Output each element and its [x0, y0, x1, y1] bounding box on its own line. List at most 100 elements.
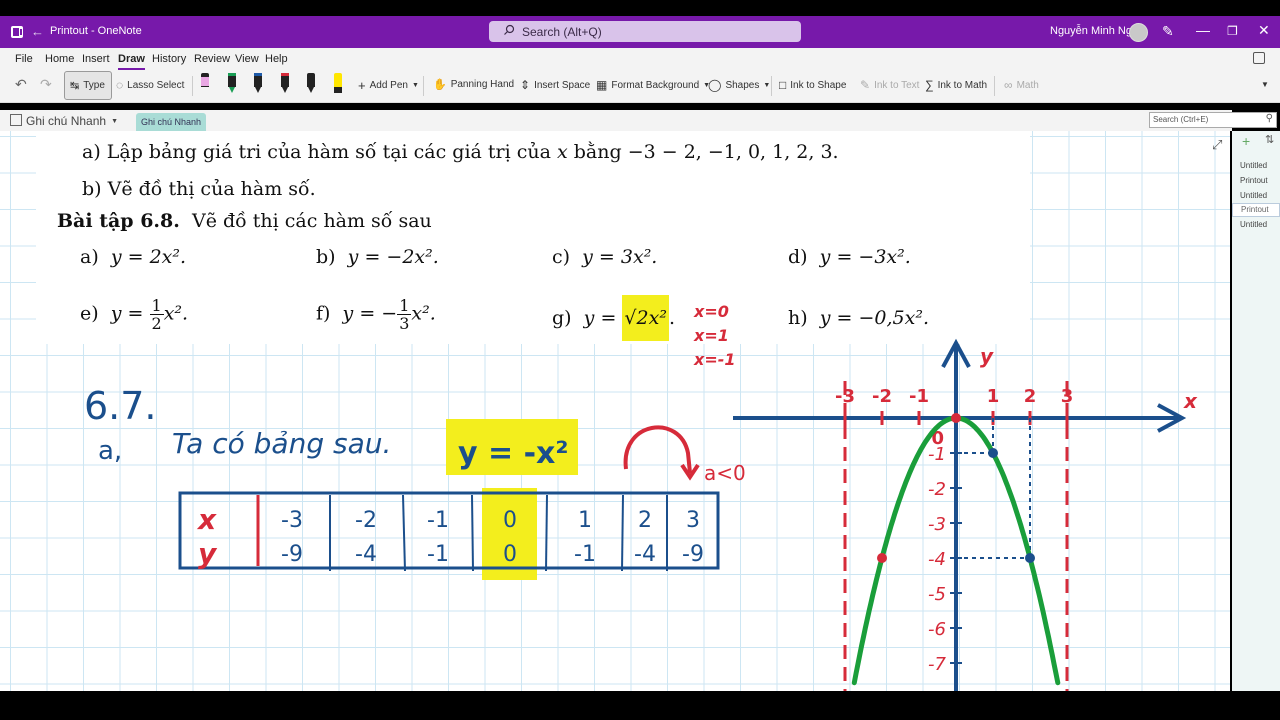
- insert-space-button[interactable]: ⇕ Insert Space: [520, 78, 590, 92]
- x-tick-label: -2: [872, 386, 892, 407]
- table-cell-x: 2: [638, 508, 652, 533]
- shapes-icon: ◯: [708, 78, 722, 92]
- pen-red-icon[interactable]: [280, 73, 290, 97]
- avatar[interactable]: [1129, 23, 1148, 42]
- notebook-selector[interactable]: Ghi chú Nhanh ▼: [10, 114, 118, 128]
- plus-icon: +: [358, 78, 366, 93]
- note-x0: x=0: [693, 302, 729, 321]
- table-cell-x: 1: [578, 508, 592, 533]
- draw-ribbon: ↶ ↷ ↹ Type ◌ Lasso Select + Add Pen ▼ ✋ Panni…: [0, 70, 1280, 103]
- sort-pages-icon[interactable]: ⇅: [1265, 133, 1274, 146]
- table-cell-y: -9: [682, 542, 704, 567]
- y-tick-label: -6: [928, 619, 946, 640]
- y-tick-label: -4: [928, 549, 946, 570]
- table-cell-x: 0: [503, 508, 517, 533]
- tab-file[interactable]: File: [15, 53, 33, 65]
- axis-x-label: x: [1183, 389, 1198, 413]
- ink-to-text-button[interactable]: ✎ Ink to Text: [860, 78, 919, 92]
- ribbon-divider: [192, 76, 193, 96]
- table-cell-y: -1: [574, 542, 596, 567]
- section-tab[interactable]: Ghi chú Nhanh: [136, 113, 206, 131]
- chevron-down-icon: ▼: [111, 118, 118, 125]
- tab-draw[interactable]: Draw: [118, 53, 145, 70]
- tab-help[interactable]: Help: [265, 53, 288, 65]
- ink-to-math-button[interactable]: ∑ Ink to Math: [925, 78, 987, 92]
- x-tick-label: 2: [1024, 386, 1037, 407]
- search-placeholder: Search (Alt+Q): [522, 25, 602, 39]
- pen-pink-icon[interactable]: [200, 73, 210, 97]
- hand-icon: ✋: [433, 79, 447, 91]
- ink-heading: 6.7.: [84, 384, 157, 428]
- ribbon-divider: [994, 76, 995, 96]
- page-item[interactable]: Untitled: [1240, 220, 1267, 229]
- ribbon-settings-icon[interactable]: [1253, 52, 1265, 64]
- redo-icon[interactable]: ↷: [40, 76, 52, 93]
- table-cell-y: -1: [427, 542, 449, 567]
- page-item[interactable]: Printout: [1240, 176, 1268, 185]
- page-item[interactable]: Untitled: [1240, 161, 1267, 170]
- onenote-icon: [11, 26, 23, 38]
- search-icon: ⚲: [1265, 113, 1273, 124]
- ink-sentence: Ta có bảng sau.: [172, 427, 391, 460]
- highlighter-yellow-icon[interactable]: [333, 73, 343, 97]
- pen-blue-icon[interactable]: [253, 73, 263, 97]
- title-bar: ← Printout - OneNote Search (Alt+Q) Nguy…: [0, 16, 1280, 48]
- restore-icon[interactable]: ❐: [1227, 24, 1238, 38]
- x-tick-label: 3: [1061, 386, 1074, 407]
- minimize-icon[interactable]: —: [1196, 22, 1210, 38]
- table-x-label: x: [196, 503, 217, 536]
- tab-review[interactable]: Review: [194, 53, 230, 65]
- red-arrow: [623, 425, 692, 474]
- type-label: Type: [83, 80, 105, 91]
- ink-shape-icon: □: [779, 78, 787, 92]
- table-cell-x: -1: [427, 508, 449, 533]
- x-tick-label: -3: [835, 386, 855, 407]
- panning-hand-button[interactable]: ✋ Panning Hand: [433, 78, 514, 91]
- tab-history[interactable]: History: [152, 53, 186, 65]
- lasso-select-button[interactable]: ◌ Lasso Select: [116, 78, 184, 92]
- undo-icon[interactable]: ↶: [15, 76, 27, 93]
- add-page-icon[interactable]: +: [1242, 133, 1250, 149]
- search-pages-input[interactable]: Search (Ctrl+E) ⚲: [1149, 112, 1277, 128]
- page-item-selected[interactable]: Printout: [1232, 203, 1280, 217]
- type-button[interactable]: ↹ Type: [64, 71, 112, 100]
- search-box[interactable]: Search (Alt+Q): [489, 21, 801, 42]
- math-button[interactable]: ∞ Math: [1004, 78, 1039, 92]
- plotted-point: [951, 413, 961, 423]
- table-cell-y: -9: [281, 542, 303, 567]
- page-list-panel: + ⇅ Untitled Printout Untitled Printout …: [1232, 131, 1280, 691]
- section-bar: Ghi chú Nhanh ▼ Ghi chú Nhanh: [0, 110, 1232, 131]
- close-icon[interactable]: ✕: [1258, 22, 1270, 39]
- tab-home[interactable]: Home: [45, 53, 74, 65]
- pen-icon[interactable]: ✎: [1162, 23, 1174, 40]
- note-x1: x=1: [693, 326, 729, 345]
- x-tick-label: 1: [987, 386, 1000, 407]
- ink-to-shape-button[interactable]: □ Ink to Shape: [779, 78, 846, 92]
- tab-view[interactable]: View: [235, 53, 259, 65]
- ribbon-divider: [771, 76, 772, 96]
- y-tick-label: -5: [928, 584, 946, 605]
- back-icon[interactable]: ←: [31, 24, 44, 39]
- shapes-button[interactable]: ◯ Shapes ▼: [708, 78, 770, 92]
- format-background-button[interactable]: ▦ Format Background ▼: [596, 78, 710, 92]
- note-xm1: x=-1: [693, 350, 736, 369]
- tab-insert[interactable]: Insert: [82, 53, 110, 65]
- insert-space-icon: ⇕: [520, 78, 531, 92]
- lasso-icon: ◌: [116, 78, 124, 92]
- add-pen-button[interactable]: + Add Pen ▼: [358, 78, 419, 93]
- table-cell-x: -3: [281, 508, 303, 533]
- ribbon-divider: [423, 76, 424, 96]
- pen-black-icon[interactable]: [306, 73, 316, 97]
- menu-bar: File Home Insert Draw History Review Vie…: [0, 48, 1280, 70]
- page-canvas[interactable]: a) Lập bảng giá tri của hàm số tại các g…: [0, 131, 1230, 691]
- search-icon: [504, 24, 515, 35]
- plotted-point: [988, 448, 998, 458]
- pen-green-icon[interactable]: [227, 73, 237, 97]
- plotted-point: [1025, 553, 1035, 563]
- page-item[interactable]: Untitled: [1240, 191, 1267, 200]
- notebook-icon: [10, 114, 22, 126]
- plotted-point: [877, 553, 887, 563]
- ribbon-collapse-icon[interactable]: ▼: [1261, 80, 1269, 89]
- ink-part-a: a,: [98, 436, 122, 466]
- x-tick-label: -1: [909, 386, 929, 407]
